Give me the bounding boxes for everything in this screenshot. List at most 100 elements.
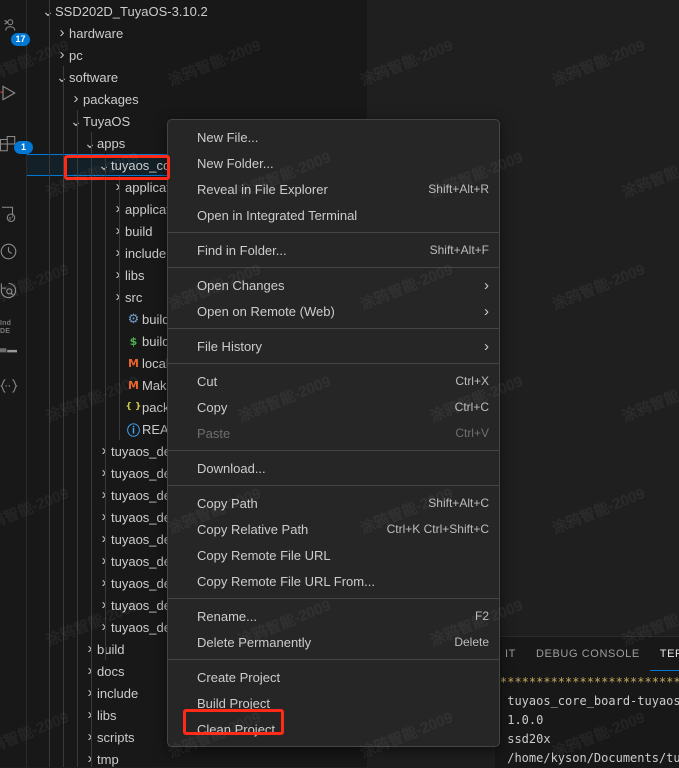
- makefile-icon: M: [128, 356, 139, 370]
- tree-row-label: src: [125, 289, 143, 305]
- timeline-icon[interactable]: [0, 233, 26, 269]
- menu-item-copy-remote-file-url[interactable]: Copy Remote File URL: [168, 542, 499, 568]
- menu-item-new-folder[interactable]: New Folder...: [168, 150, 499, 176]
- tuya-ide-icon[interactable]: [0, 331, 26, 367]
- chevron-down-icon[interactable]: ⌄: [69, 113, 83, 129]
- chevron-down-icon[interactable]: ⌄: [55, 69, 69, 85]
- panel-tab-debug-console[interactable]: DEBUG CONSOLE: [526, 638, 650, 671]
- menu-item-copy[interactable]: Copy Ctrl+C: [168, 394, 499, 420]
- terminal-output[interactable]: ******************************* tuyaos_c…: [500, 673, 679, 768]
- menu-item-find-in-folder[interactable]: Find in Folder... Shift+Alt+F: [168, 237, 499, 263]
- tree-row-label: packages: [83, 91, 139, 107]
- tree-row[interactable]: › packages: [27, 88, 367, 110]
- menu-item-open-in-integrated-terminal[interactable]: Open in Integrated Terminal: [168, 202, 499, 228]
- menu-item-label: New File...: [197, 129, 259, 145]
- menu-item-copy-remote-file-url-from[interactable]: Copy Remote File URL From...: [168, 568, 499, 594]
- tree-row[interactable]: › hardware: [27, 22, 367, 44]
- chevron-right-icon[interactable]: ›: [83, 705, 97, 725]
- chevron-right-icon[interactable]: ›: [83, 727, 97, 747]
- chevron-right-icon[interactable]: ›: [111, 243, 125, 263]
- menu-item-create-project[interactable]: Create Project: [168, 664, 499, 690]
- chevron-right-icon[interactable]: ›: [111, 265, 125, 285]
- panel-tab-list[interactable]: ITDEBUG CONSOLETERMIN: [495, 637, 679, 671]
- menu-item-file-history[interactable]: File History ›: [168, 333, 499, 359]
- menu-item-label: Open on Remote (Web): [197, 303, 335, 319]
- menu-item-cut[interactable]: Cut Ctrl+X: [168, 368, 499, 394]
- run-and-debug-icon[interactable]: [0, 75, 26, 111]
- json-braces-icon[interactable]: [0, 368, 26, 404]
- menu-item-label: Find in Folder...: [197, 242, 287, 258]
- menu-separator: [168, 659, 499, 660]
- panel-tab-termin[interactable]: TERMIN: [649, 638, 679, 671]
- chevron-down-icon[interactable]: ⌄: [83, 135, 97, 151]
- menu-item-delete-permanently[interactable]: Delete Permanently Delete: [168, 629, 499, 655]
- chevron-right-icon[interactable]: ›: [97, 507, 111, 527]
- menu-item-label: Open Changes: [197, 277, 285, 293]
- chevron-right-icon[interactable]: ›: [97, 595, 111, 615]
- chevron-right-icon[interactable]: ›: [55, 45, 69, 65]
- testing-icon[interactable]: x²: [0, 196, 26, 232]
- json-icon: { }: [125, 402, 142, 412]
- search-history-icon[interactable]: [0, 272, 26, 308]
- makefile-icon: M: [128, 378, 139, 392]
- chevron-right-icon[interactable]: ›: [83, 661, 97, 681]
- tree-row-label: libs: [97, 707, 117, 723]
- chevron-right-icon[interactable]: ›: [97, 573, 111, 593]
- tree-row[interactable]: › pc: [27, 44, 367, 66]
- menu-item-label: Open in Integrated Terminal: [197, 207, 358, 223]
- terminal-line: ssd20x: [500, 732, 551, 746]
- menu-item-open-changes[interactable]: Open Changes ›: [168, 272, 499, 298]
- chevron-down-icon[interactable]: ⌄: [41, 3, 55, 19]
- tree-row[interactable]: › tmp: [27, 748, 367, 767]
- tree-row-label: TuyaOS: [83, 113, 131, 129]
- menu-item-copy-path[interactable]: Copy Path Shift+Alt+C: [168, 490, 499, 516]
- chevron-right-icon: ›: [484, 302, 489, 320]
- chevron-right-icon[interactable]: ›: [97, 485, 111, 505]
- menu-item-shortcut: Delete: [454, 635, 489, 649]
- chevron-right-icon[interactable]: ›: [55, 23, 69, 43]
- menu-item-label: Create Project: [197, 669, 281, 685]
- tree-indent-guide: [105, 154, 106, 660]
- tree-row-label: SSD202D_TuyaOS-3.10.2: [55, 3, 208, 19]
- chevron-right-icon[interactable]: ›: [69, 89, 83, 109]
- menu-item-label: Copy Path: [197, 495, 258, 511]
- shell-icon: $: [129, 334, 138, 348]
- menu-item-rename[interactable]: Rename... F2: [168, 603, 499, 629]
- tree-indent-guide: [119, 176, 120, 440]
- explorer-context-menu[interactable]: New File... New Folder... Reveal in File E…: [167, 119, 500, 747]
- chevron-right-icon[interactable]: ›: [111, 177, 125, 197]
- tree-indent-guide: [77, 110, 78, 767]
- tree-row[interactable]: ⌄ software: [27, 66, 367, 88]
- chevron-right-icon[interactable]: ›: [97, 551, 111, 571]
- chevron-right-icon[interactable]: ›: [111, 199, 125, 219]
- tree-row[interactable]: ⌄ SSD202D_TuyaOS-3.10.2: [27, 0, 367, 22]
- chevron-right-icon[interactable]: ›: [97, 617, 111, 637]
- chevron-right-icon[interactable]: ›: [97, 529, 111, 549]
- tree-indent-guide: [91, 132, 92, 767]
- chevron-right-icon[interactable]: ›: [83, 639, 97, 659]
- tree-row-label: software: [69, 69, 119, 85]
- chevron-right-icon[interactable]: ›: [83, 683, 97, 703]
- chevron-right-icon[interactable]: ›: [97, 463, 111, 483]
- chevron-right-icon[interactable]: ›: [97, 441, 111, 461]
- tree-row-label: apps: [97, 135, 126, 151]
- menu-item-copy-relative-path[interactable]: Copy Relative Path Ctrl+K Ctrl+Shift+C: [168, 516, 499, 542]
- menu-separator: [168, 450, 499, 451]
- svg-text:x²: x²: [8, 216, 13, 222]
- tree-row-label: include: [125, 245, 167, 261]
- tree-row-label: pc: [69, 47, 83, 63]
- terminal-line: 1.0.0: [500, 713, 544, 727]
- menu-item-reveal-in-file-explorer[interactable]: Reveal in File Explorer Shift+Alt+R: [168, 176, 499, 202]
- chevron-right-icon[interactable]: ›: [111, 287, 125, 307]
- menu-item-download[interactable]: Download...: [168, 455, 499, 481]
- chevron-right-icon[interactable]: ›: [83, 749, 97, 767]
- menu-item-paste: Paste Ctrl+V: [168, 420, 499, 446]
- menu-item-new-file[interactable]: New File...: [168, 124, 499, 150]
- menu-separator: [168, 485, 499, 486]
- chevron-right-icon[interactable]: ›: [111, 221, 125, 241]
- menu-item-open-on-remote-web[interactable]: Open on Remote (Web) ›: [168, 298, 499, 324]
- tree-row-label: libs: [125, 267, 145, 283]
- menu-item-label: Rename...: [197, 608, 257, 624]
- tree-row-label: docs: [97, 663, 125, 679]
- menu-item-shortcut: Ctrl+C: [454, 400, 489, 414]
